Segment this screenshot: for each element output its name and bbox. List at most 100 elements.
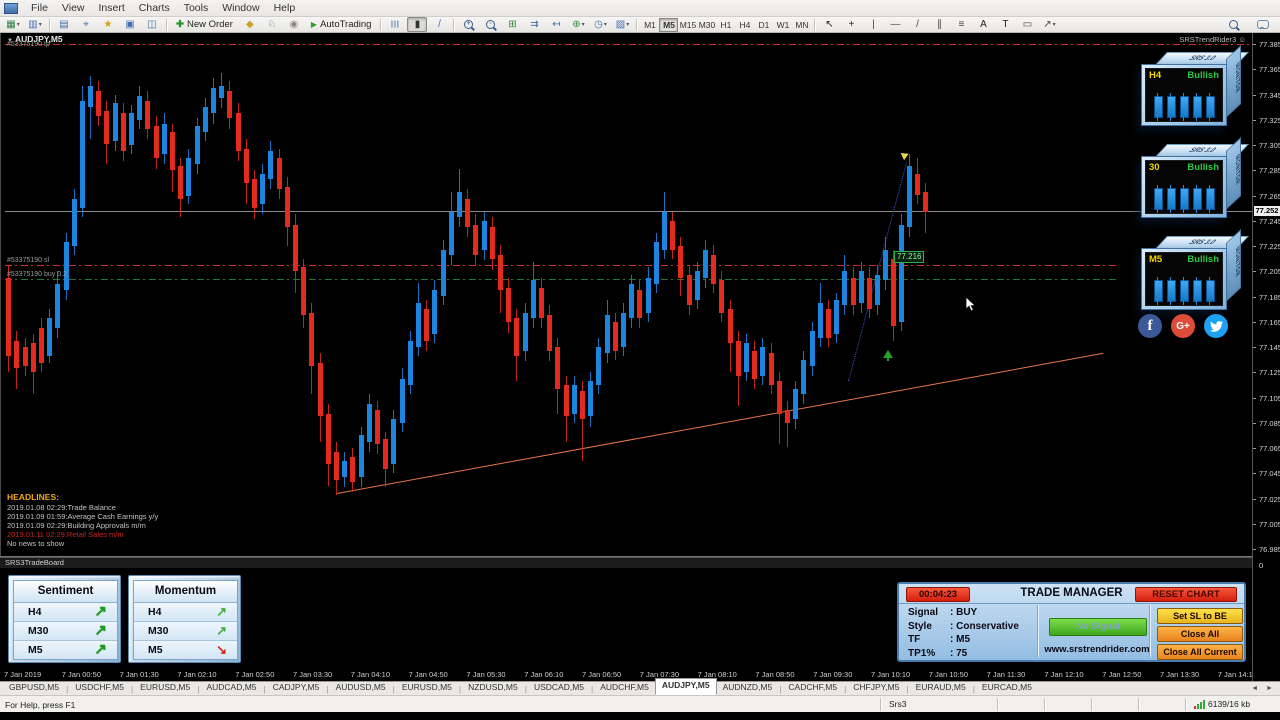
price-tick xyxy=(1253,372,1256,373)
reset-chart-button[interactable]: RESET CHART xyxy=(1135,587,1237,602)
price-tick xyxy=(1253,44,1256,45)
metaeditor-icon[interactable]: ◆ xyxy=(240,17,260,32)
tab-eurusd-m5[interactable]: EURUSD,M5 xyxy=(134,681,196,695)
label-tool-icon[interactable]: T xyxy=(995,17,1015,32)
tab-euraud-m5[interactable]: EURAUD,M5 xyxy=(910,681,972,695)
terminal-icon[interactable]: ▣ xyxy=(120,17,140,32)
tab-eurcad-m5[interactable]: EURCAD,M5 xyxy=(976,681,1038,695)
twitter-icon[interactable] xyxy=(1204,314,1228,338)
templates-icon[interactable]: ▨▾ xyxy=(612,17,632,32)
timeframe-d1[interactable]: D1 xyxy=(754,18,773,32)
channel-icon[interactable]: ∥ xyxy=(929,17,949,32)
profiles-icon[interactable]: ▥▾ xyxy=(25,17,45,32)
set-sl-to-be-button[interactable]: Set SL to BE xyxy=(1157,608,1243,624)
trendline-icon: / xyxy=(916,20,919,30)
tab-scroll-arrows[interactable]: ◄ ► xyxy=(1251,683,1276,695)
timeframe-m30[interactable]: M30 xyxy=(697,18,716,32)
connection-bars-icon xyxy=(1194,700,1205,709)
menu-help[interactable]: Help xyxy=(267,0,303,16)
line-chart-icon[interactable]: / xyxy=(429,17,449,32)
autotrading-button[interactable]: ▶AutoTrading xyxy=(306,17,377,32)
menu-charts[interactable]: Charts xyxy=(132,0,177,16)
up-arrow-icon: ↗ xyxy=(216,626,227,636)
price-tick xyxy=(1253,246,1256,247)
no-signal-button[interactable]: No Signal xyxy=(1049,618,1147,636)
text-tool-icon[interactable]: A xyxy=(973,17,993,32)
close-all-current-button[interactable]: Close All Current xyxy=(1157,644,1243,660)
order-buy-label: #53375190 buy 0.2 xyxy=(7,271,67,278)
up-arrow-icon: ↗ xyxy=(216,607,227,617)
time-axis[interactable]: 7 Jan 20197 Jan 00:507 Jan 01:307 Jan 02… xyxy=(0,668,1252,681)
tab-audusd-m5[interactable]: AUDUSD,M5 xyxy=(330,681,392,695)
monitor-screen: H4Bullish xyxy=(1145,68,1223,122)
tile-windows-icon[interactable]: ⊞ xyxy=(502,17,522,32)
indicators-icon[interactable]: ⊕▾ xyxy=(568,17,588,32)
bar-chart-icon[interactable]: ||| xyxy=(385,17,405,32)
strategy-tester-icon[interactable]: ◫ xyxy=(142,17,162,32)
menu-tools[interactable]: Tools xyxy=(177,0,216,16)
crosshair-tool-icon[interactable]: + xyxy=(841,17,861,32)
candlestick-icon[interactable]: ▮ xyxy=(407,17,427,32)
tile-windows-icon: ⊞ xyxy=(508,20,516,30)
tab-audnzd-m5[interactable]: AUDNZD,M5 xyxy=(717,681,779,695)
chart-area[interactable] xyxy=(0,33,1253,556)
time-label: 7 Jan 10:10 xyxy=(871,670,910,679)
zoom-in-icon[interactable]: + xyxy=(458,17,478,32)
vertical-line-icon[interactable]: | xyxy=(863,17,883,32)
tab-gbpusd-m5[interactable]: GBPUSD,M5 xyxy=(3,681,65,695)
tab-cadjpy-m5[interactable]: CADJPY,M5 xyxy=(267,681,326,695)
price-tick-label: 77.305 xyxy=(1259,141,1280,150)
chat-icon[interactable] xyxy=(1253,17,1273,32)
experts-icon[interactable]: ♘ xyxy=(262,17,282,32)
arrows-tool-icon[interactable]: ↗▾ xyxy=(1039,17,1059,32)
shapes-icon[interactable]: ▭ xyxy=(1017,17,1037,32)
tab-audchf-m5[interactable]: AUDCHF,M5 xyxy=(594,681,655,695)
price-axis[interactable]: 77.38577.36577.34577.32577.30577.28577.2… xyxy=(1252,33,1280,681)
new-chart-icon[interactable]: ▦▾ xyxy=(3,17,23,32)
periods-icon[interactable]: ◷▾ xyxy=(590,17,610,32)
google-plus-icon[interactable]: G+ xyxy=(1171,314,1195,338)
trendline-icon[interactable]: / xyxy=(907,17,927,32)
chart-shift-icon[interactable]: ↤ xyxy=(546,17,566,32)
new-order-button[interactable]: ✚New Order xyxy=(171,17,238,32)
timeframe-m15[interactable]: M15 xyxy=(678,18,697,32)
tab-usdcad-m5[interactable]: USDCAD,M5 xyxy=(528,681,590,695)
timeframe-mn[interactable]: MN xyxy=(792,18,811,32)
tab-chfjpy-m5[interactable]: CHFJPY,M5 xyxy=(847,681,905,695)
menu-window[interactable]: Window xyxy=(215,0,266,16)
zoom-out-icon[interactable]: - xyxy=(480,17,500,32)
data-window-icon[interactable]: ⌖ xyxy=(76,17,96,32)
tab-usdchf-m5[interactable]: USDCHF,M5 xyxy=(69,681,130,695)
dropdown-caret-icon: ▾ xyxy=(17,22,20,28)
field-label: Signal xyxy=(908,606,950,620)
timeframe-m1[interactable]: M1 xyxy=(640,18,659,32)
tab-cadchf-m5[interactable]: CADCHF,M5 xyxy=(782,681,843,695)
facebook-icon[interactable]: f xyxy=(1138,314,1162,338)
monitor-status-row: H4Bullish xyxy=(1149,71,1219,81)
monitor-candles-icon xyxy=(1154,280,1215,302)
fibonacci-icon[interactable]: ≡ xyxy=(951,17,971,32)
tab-audcad-m5[interactable]: AUDCAD,M5 xyxy=(200,681,262,695)
tab-eurusd-m5[interactable]: EURUSD,M5 xyxy=(396,681,458,695)
timeframe-w1[interactable]: W1 xyxy=(773,18,792,32)
tab-nzdusd-m5[interactable]: NZDUSD,M5 xyxy=(462,681,524,695)
fibonacci-icon: ≡ xyxy=(959,20,965,30)
search-icon[interactable] xyxy=(1223,17,1243,32)
close-all-button[interactable]: Close All xyxy=(1157,626,1243,642)
market-watch-icon[interactable]: ▤ xyxy=(54,17,74,32)
horizontal-line-icon[interactable]: — xyxy=(885,17,905,32)
menu-file[interactable]: File xyxy=(24,0,55,16)
timeframe-h4[interactable]: H4 xyxy=(735,18,754,32)
time-label: 7 Jan 06:50 xyxy=(582,670,621,679)
cursor-tool-icon[interactable]: ↖ xyxy=(819,17,839,32)
menu-insert[interactable]: Insert xyxy=(92,0,132,16)
timeframe-h1[interactable]: H1 xyxy=(716,18,735,32)
sounds-icon[interactable]: ◉ xyxy=(284,17,304,32)
navigator-icon[interactable]: ★ xyxy=(98,17,118,32)
autoscroll-icon[interactable]: ⇉ xyxy=(524,17,544,32)
templates-icon: ▨ xyxy=(616,20,625,30)
timeframe-m5[interactable]: M5 xyxy=(659,18,678,32)
menu-view[interactable]: View xyxy=(55,0,92,16)
price-tick-label: 77.325 xyxy=(1259,116,1280,125)
tab-audjpy-m5[interactable]: AUDJPY,M5 xyxy=(655,678,717,695)
